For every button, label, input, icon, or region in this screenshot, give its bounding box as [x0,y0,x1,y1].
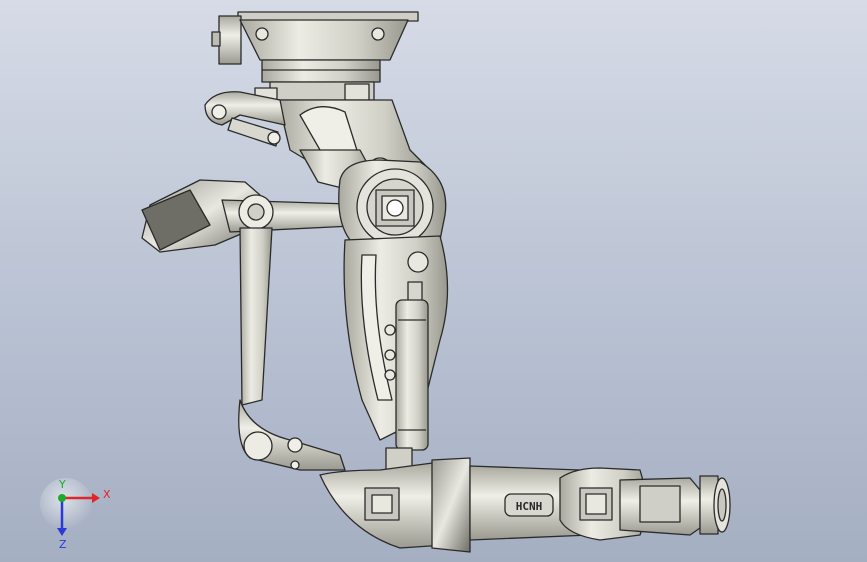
cad-viewport[interactable]: HCNH X Z Y [0,0,867,562]
robot-arm-model[interactable]: HCNH [0,0,867,562]
forearm-housing: HCNH [319,457,591,553]
svg-text:HCNH: HCNH [516,500,543,513]
shoulder-joint [338,159,447,246]
x-axis-label: X [103,488,111,501]
base-plate [211,11,419,101]
triad-glow [40,478,92,530]
coordinate-triad: X Z Y [40,478,111,551]
y-axis-label: Y [58,478,66,491]
z-axis-label: Z [59,538,67,551]
wrist-assembly [559,467,731,541]
counterbalance-link [141,179,353,471]
y-axis: Y [58,478,66,502]
